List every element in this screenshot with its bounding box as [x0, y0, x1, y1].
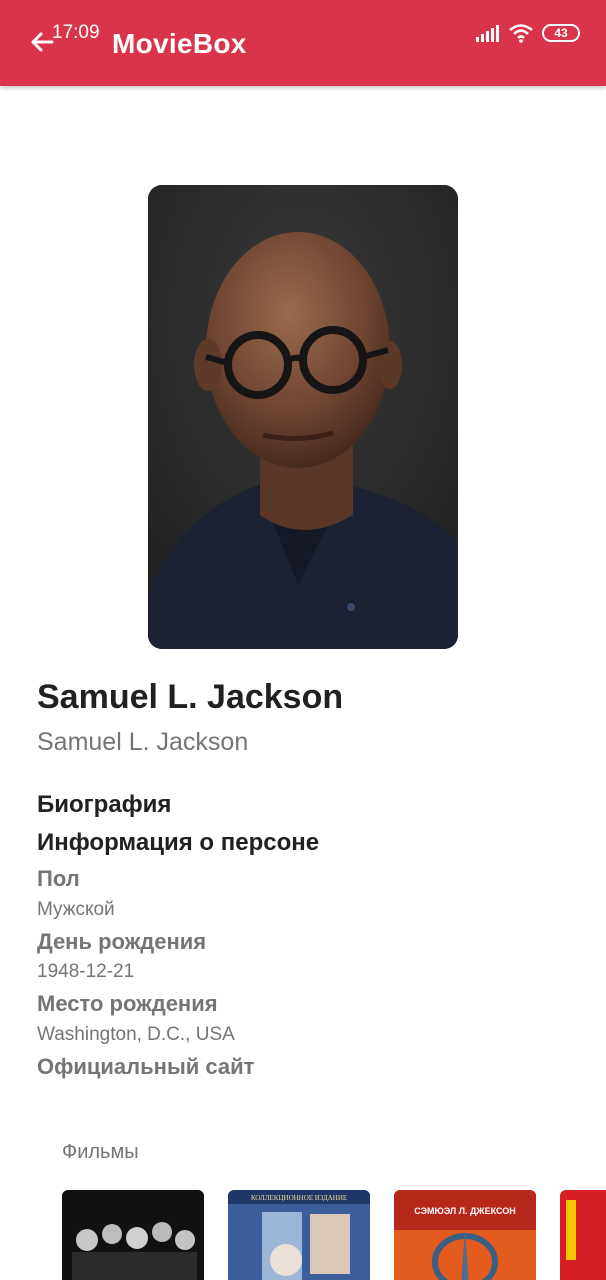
person-original-name: Samuel L. Jackson — [37, 728, 249, 756]
birthplace-value: Washington, D.C., USA — [37, 1024, 235, 1045]
profile-photo — [148, 185, 458, 649]
status-time: 17:09 — [52, 22, 100, 43]
gender-value: Мужской — [37, 899, 115, 920]
signal-icon — [476, 25, 499, 42]
person-info-heading: Информация о персоне — [37, 829, 320, 856]
film-poster[interactable]: КОЛЛЕКЦИОННОЕ ИЗДАНИЕ — [228, 1190, 370, 1280]
wifi-icon — [509, 24, 533, 43]
person-name: Samuel L. Jackson — [37, 678, 344, 716]
birthday-value: 1948-12-21 — [37, 961, 135, 982]
film-poster-image — [560, 1190, 606, 1280]
film-poster[interactable]: СЭМЮЭЛ Л. ДЖЕКСОН — [394, 1190, 536, 1280]
film-poster-caption: СЭМЮЭЛ Л. ДЖЕКСОН — [414, 1206, 515, 1216]
film-poster[interactable] — [560, 1190, 606, 1280]
film-poster-image: КОЛЛЕКЦИОННОЕ ИЗДАНИЕ — [228, 1190, 370, 1280]
birthday-label: День рождения — [37, 929, 207, 954]
app-bar: 17:09 MovieBox 43 — [0, 0, 606, 86]
film-poster-image — [62, 1190, 204, 1280]
status-icons: 43 — [476, 22, 580, 44]
biography-heading: Биография — [37, 791, 172, 818]
film-poster-image: СЭМЮЭЛ Л. ДЖЕКСОН — [394, 1190, 536, 1280]
birthplace-label: Место рождения — [37, 991, 218, 1016]
person-portrait-image — [148, 185, 458, 649]
website-label: Официальный сайт — [37, 1054, 255, 1079]
gender-label: Пол — [37, 866, 80, 891]
app-title: MovieBox — [112, 28, 247, 59]
battery-indicator: 43 — [542, 24, 580, 42]
film-poster-caption: КОЛЛЕКЦИОННОЕ ИЗДАНИЕ — [251, 1194, 347, 1202]
films-section-label: Фильмы — [62, 1141, 139, 1163]
film-poster[interactable] — [62, 1190, 204, 1280]
